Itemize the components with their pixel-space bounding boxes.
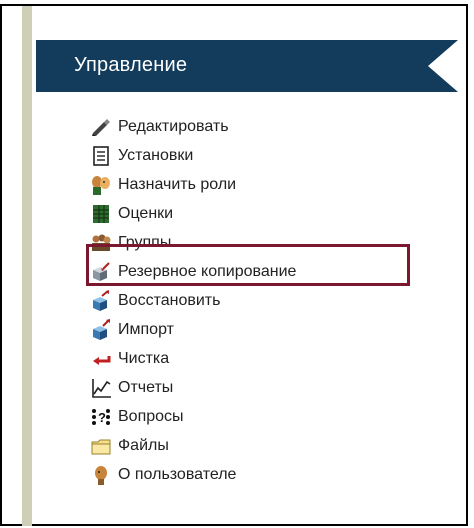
grades-icon <box>90 203 112 225</box>
menu-item-edit[interactable]: Редактировать <box>90 112 296 141</box>
block-title: Управление <box>74 54 188 76</box>
admin-menu: Редактировать Установки Назначить роли О… <box>90 112 296 489</box>
menu-item-reset[interactable]: Чистка <box>90 344 296 373</box>
menu-item-label: Восстановить <box>118 291 221 309</box>
menu-item-files[interactable]: Файлы <box>90 431 296 460</box>
menu-item-import[interactable]: Импорт <box>90 315 296 344</box>
assign-roles-icon <box>90 174 112 196</box>
menu-item-label: Импорт <box>118 320 174 338</box>
highlight-backup-frame <box>86 244 410 286</box>
menu-item-reports[interactable]: Отчеты <box>90 373 296 402</box>
left-rail <box>22 6 32 526</box>
menu-item-label: Чистка <box>118 349 170 367</box>
menu-item-label: Установки <box>118 146 194 164</box>
reset-icon <box>90 348 112 370</box>
profile-icon <box>90 464 112 486</box>
restore-icon <box>90 289 112 312</box>
menu-item-label: Файлы <box>118 436 169 454</box>
menu-item-label: Отчеты <box>118 378 174 396</box>
svg-text:?: ? <box>98 410 106 425</box>
menu-item-settings[interactable]: Установки <box>90 141 296 170</box>
block-header: Управление <box>36 40 458 92</box>
menu-item-questions[interactable]: ? Вопросы <box>90 402 296 431</box>
menu-item-profile[interactable]: О пользователе <box>90 460 296 489</box>
edit-icon <box>90 116 112 138</box>
questions-icon: ? <box>90 406 112 428</box>
menu-item-label: Оценки <box>118 204 174 222</box>
menu-item-assign-roles[interactable]: Назначить роли <box>90 170 296 199</box>
menu-item-label: О пользователе <box>118 465 237 483</box>
import-icon <box>90 318 112 341</box>
folder-icon <box>90 435 112 457</box>
menu-item-grades[interactable]: Оценки <box>90 199 296 228</box>
settings-document-icon <box>90 145 112 167</box>
menu-item-label: Вопросы <box>118 407 184 425</box>
reports-icon <box>90 377 112 399</box>
menu-item-label: Редактировать <box>118 117 229 135</box>
menu-item-label: Назначить роли <box>118 175 237 193</box>
menu-item-restore[interactable]: Восстановить <box>90 286 296 315</box>
